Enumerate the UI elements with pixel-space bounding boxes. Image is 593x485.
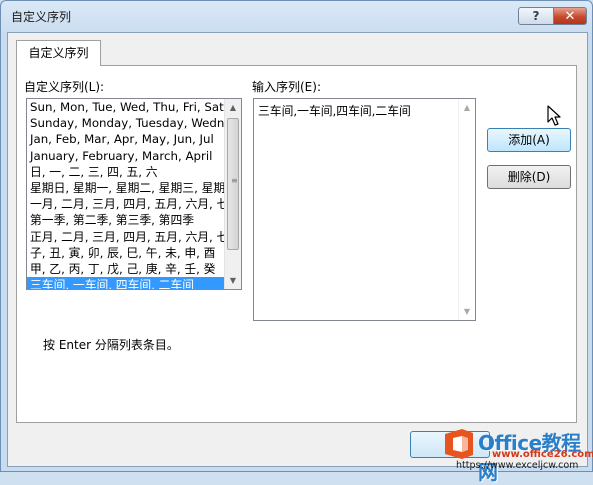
watermark: Office教程网 www.office26.com https://www.e…: [438, 425, 593, 484]
list-item[interactable]: 星期日, 星期一, 星期二, 星期三, 星期四: [27, 180, 225, 196]
list-item[interactable]: 第一季, 第二季, 第三季, 第四季: [27, 212, 225, 228]
mouse-cursor-icon: [547, 105, 561, 126]
watermark-url: www.office26.com: [492, 449, 593, 460]
add-button[interactable]: 添加(A): [487, 128, 571, 152]
watermark-url-secondary: https://www.exceljcw.com: [456, 460, 579, 471]
list-item[interactable]: Sunday, Monday, Tuesday, Wednesday: [27, 115, 225, 131]
dialog-client-area: 自定义序列 自定义序列(L): 输入序列(E): Sun, Mon, Tue, …: [7, 32, 588, 467]
list-item[interactable]: 日, 一, 二, 三, 四, 五, 六: [27, 164, 225, 180]
list-item[interactable]: 三车间, 一车间, 四车间, 二车间: [27, 277, 225, 289]
custom-lists-items: Sun, Mon, Tue, Wed, Thu, Fri, Sat Sunday,…: [27, 99, 225, 289]
list-item[interactable]: January, February, March, April: [27, 148, 225, 164]
grip-icon: ≡: [231, 176, 238, 185]
list-entries-textarea[interactable]: 三车间,一车间,四车间,二车间 ▲ ▼: [253, 98, 476, 321]
scroll-down-arrow-icon[interactable]: ▼: [459, 303, 475, 320]
scroll-up-arrow-icon[interactable]: ▲: [459, 99, 475, 116]
list-item[interactable]: Sun, Mon, Tue, Wed, Thu, Fri, Sat: [27, 99, 225, 115]
scroll-thumb[interactable]: ≡: [227, 118, 239, 250]
entry-hint: 按 Enter 分隔列表条目。: [43, 338, 179, 352]
list-entries-label: 输入序列(E):: [252, 80, 321, 94]
list-item[interactable]: 子, 丑, 寅, 卯, 辰, 巳, 午, 未, 申, 酉: [27, 245, 225, 261]
close-icon: ✕: [564, 8, 576, 24]
custom-lists-listbox[interactable]: Sun, Mon, Tue, Wed, Thu, Fri, Sat Sunday,…: [26, 98, 242, 290]
office-logo-icon: [445, 429, 473, 459]
close-button[interactable]: ✕: [553, 7, 587, 25]
custom-lists-scrollbar[interactable]: ▲ ≡ ▼: [224, 99, 241, 289]
help-icon: ?: [532, 9, 540, 23]
delete-button[interactable]: 删除(D): [487, 165, 571, 189]
list-item[interactable]: 正月, 二月, 三月, 四月, 五月, 六月, 七月: [27, 229, 225, 245]
list-entries-scrollbar[interactable]: ▲ ▼: [458, 99, 475, 320]
scroll-up-arrow-icon[interactable]: ▲: [225, 99, 241, 116]
scroll-down-arrow-icon[interactable]: ▼: [225, 272, 241, 289]
list-entries-value: 三车间,一车间,四车间,二车间: [258, 104, 411, 118]
list-item[interactable]: Jan, Feb, Mar, Apr, May, Jun, Jul: [27, 131, 225, 147]
title-bar[interactable]: 自定义序列 ? ✕: [1, 1, 592, 31]
tab-panel: 自定义序列(L): 输入序列(E): Sun, Mon, Tue, Wed, T…: [16, 65, 577, 423]
custom-lists-label: 自定义序列(L):: [24, 80, 105, 94]
tab-custom-lists[interactable]: 自定义序列: [16, 40, 101, 66]
help-button[interactable]: ?: [518, 7, 554, 25]
custom-lists-dialog: 自定义序列 ? ✕ 自定义序列 自定义序列(L): 输入序列(E): Sun, …: [0, 0, 593, 484]
list-item[interactable]: 一月, 二月, 三月, 四月, 五月, 六月, 七月: [27, 196, 225, 212]
dialog-title: 自定义序列: [11, 10, 72, 24]
list-item[interactable]: 甲, 乙, 丙, 丁, 戊, 己, 庚, 辛, 壬, 癸: [27, 261, 225, 277]
